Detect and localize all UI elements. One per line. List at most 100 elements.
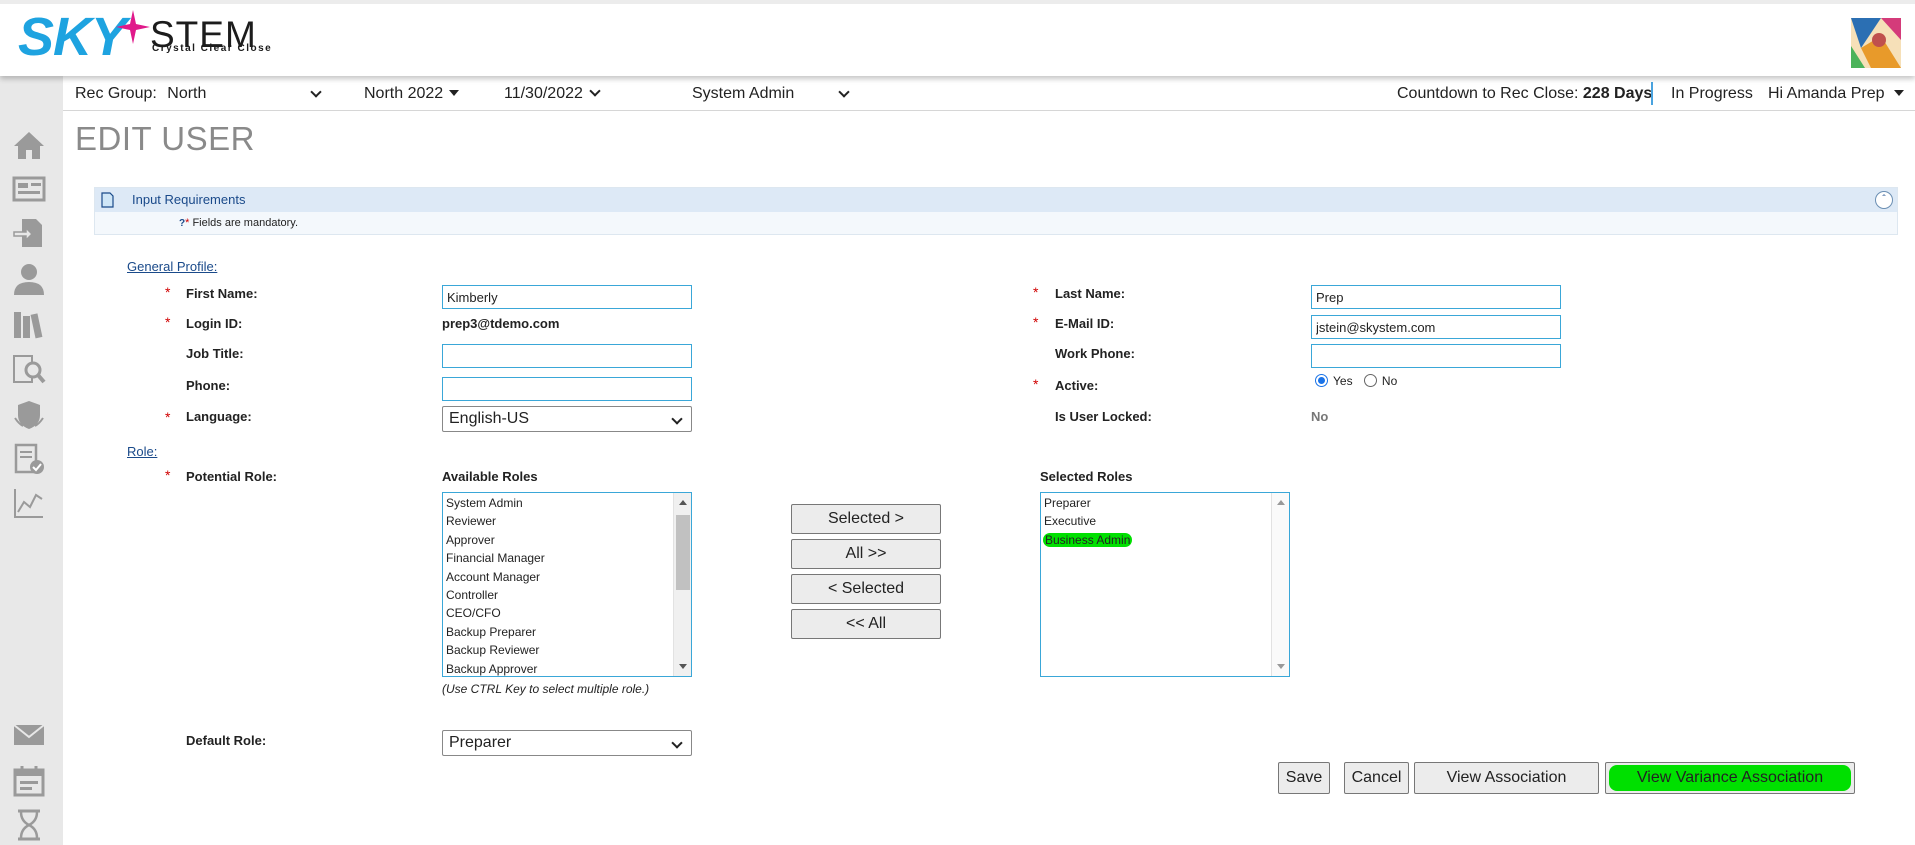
- countdown: Countdown to Rec Close: 228 Days: [1397, 85, 1652, 103]
- calendar-icon[interactable]: [12, 764, 46, 798]
- user-locked-value: No: [1311, 409, 1329, 424]
- language-select[interactable]: English-US: [442, 406, 692, 432]
- scroll-down-icon[interactable]: [1277, 664, 1285, 669]
- collapse-icon[interactable]: ˆ: [1875, 191, 1893, 209]
- general-profile-link[interactable]: General Profile:: [127, 259, 217, 274]
- logo-tagline: Crystal Clear Close: [152, 43, 273, 54]
- list-item[interactable]: Backup Preparer: [443, 623, 691, 641]
- default-role-select[interactable]: Preparer: [442, 730, 692, 756]
- language-value: English-US: [449, 410, 530, 427]
- library-icon[interactable]: [12, 308, 46, 342]
- email-input[interactable]: [1311, 315, 1561, 339]
- period-selector[interactable]: North 2022: [364, 85, 460, 103]
- skystem-logo[interactable]: SKY STEM Crystal Clear Close: [18, 6, 288, 72]
- list-item[interactable]: Account Manager: [443, 568, 691, 586]
- rec-group-value: North: [167, 85, 207, 102]
- scroll-down-icon[interactable]: [679, 664, 687, 669]
- button-label: View Variance Association: [1608, 765, 1852, 791]
- list-item[interactable]: Controller: [443, 586, 691, 604]
- list-item[interactable]: System Admin: [443, 494, 691, 512]
- chevron-down-icon: [671, 413, 683, 425]
- dashboard-icon[interactable]: [12, 172, 46, 206]
- search-report-icon[interactable]: [12, 352, 46, 386]
- user-avatar-icon[interactable]: [1851, 18, 1901, 68]
- chevron-down-icon: [589, 85, 601, 97]
- scrollbar[interactable]: [673, 493, 691, 676]
- job-title-input[interactable]: [442, 344, 692, 368]
- active-label: Active:: [1055, 378, 1099, 393]
- add-selected-button[interactable]: Selected >: [791, 504, 941, 534]
- date-selector[interactable]: 11/30/2022: [504, 85, 601, 103]
- scroll-thumb[interactable]: [676, 515, 690, 590]
- list-item[interactable]: Business Admin: [1041, 531, 1289, 549]
- scrollbar[interactable]: [1271, 493, 1289, 676]
- user-locked-label: Is User Locked:: [1055, 409, 1152, 424]
- role-selector[interactable]: System Admin: [692, 85, 794, 103]
- active-no-radio[interactable]: [1363, 374, 1377, 387]
- chevron-down-icon[interactable]: [838, 86, 850, 98]
- list-item[interactable]: Reviewer: [443, 512, 691, 530]
- active-radio-group: Yes No: [1315, 374, 1397, 388]
- view-association-button[interactable]: View Association: [1414, 762, 1599, 794]
- list-item[interactable]: Financial Manager: [443, 549, 691, 567]
- user-menu[interactable]: Hi Amanda Prep: [1768, 85, 1904, 103]
- first-name-input[interactable]: [442, 285, 692, 309]
- list-item[interactable]: CEO/CFO: [443, 604, 691, 622]
- role-section-link[interactable]: Role:: [127, 444, 157, 459]
- selected-roles-list[interactable]: Preparer Executive Business Admin: [1040, 492, 1290, 677]
- mandatory-note: ?* Fields are mandatory.: [179, 217, 298, 229]
- job-title-label: Job Title:: [186, 346, 244, 361]
- filter-toolbar: Rec Group: North North 2022 11/30/2022 S…: [63, 76, 1915, 111]
- mail-icon[interactable]: [12, 718, 46, 752]
- add-all-button[interactable]: All >>: [791, 539, 941, 569]
- view-variance-association-button[interactable]: View Variance Association: [1605, 762, 1855, 794]
- potential-role-label: Potential Role:: [186, 469, 278, 484]
- line-chart-icon[interactable]: [12, 486, 46, 520]
- chevron-down-icon[interactable]: [310, 86, 322, 98]
- cancel-button[interactable]: Cancel: [1344, 762, 1409, 794]
- countdown-value: 228 Days: [1582, 85, 1653, 102]
- rec-group-selector[interactable]: Rec Group: North: [75, 85, 206, 103]
- scroll-up-icon[interactable]: [679, 500, 687, 505]
- remove-all-button[interactable]: << All: [791, 609, 941, 639]
- mandatory-note-text: Fields are mandatory.: [192, 217, 299, 229]
- available-roles-list[interactable]: System Admin Reviewer Approver Financial…: [442, 492, 692, 677]
- active-yes-label: Yes: [1333, 374, 1353, 388]
- logo-star-icon: [116, 10, 150, 44]
- hourglass-icon[interactable]: [12, 808, 46, 842]
- security-shield-icon[interactable]: [12, 398, 46, 432]
- scroll-up-icon[interactable]: [1277, 500, 1285, 505]
- available-roles-label: Available Roles: [442, 469, 538, 484]
- phone-input[interactable]: [442, 377, 692, 401]
- list-item[interactable]: Preparer: [1041, 494, 1289, 512]
- highlighted-role: Business Admin: [1043, 532, 1133, 547]
- active-yes-radio[interactable]: [1315, 374, 1328, 387]
- last-name-label: Last Name:: [1055, 286, 1126, 301]
- import-file-icon[interactable]: [12, 216, 46, 250]
- default-role-label: Default Role:: [186, 733, 267, 748]
- work-phone-input[interactable]: [1311, 344, 1561, 368]
- logo-sky-text: SKY: [18, 7, 127, 67]
- list-item[interactable]: Backup Approver: [443, 660, 691, 676]
- selected-roles-label: Selected Roles: [1040, 469, 1133, 484]
- last-name-input[interactable]: [1311, 285, 1561, 309]
- first-name-label: First Name:: [186, 286, 258, 301]
- panel-header[interactable]: Input Requirements ˆ: [95, 188, 1897, 212]
- list-item[interactable]: Backup Reviewer: [443, 641, 691, 659]
- user-icon[interactable]: [12, 262, 46, 296]
- home-icon[interactable]: [12, 128, 46, 162]
- period-value: North 2022: [364, 85, 444, 102]
- document-icon: [101, 192, 114, 208]
- login-id-label: Login ID:: [186, 316, 243, 331]
- app-header: SKY STEM Crystal Clear Close: [0, 0, 1915, 76]
- list-item[interactable]: Executive: [1041, 512, 1289, 530]
- language-label: Language:: [186, 409, 252, 424]
- email-label: E-Mail ID:: [1055, 316, 1115, 331]
- active-no-label: No: [1381, 374, 1398, 388]
- date-value: 11/30/2022: [504, 85, 583, 102]
- list-item[interactable]: Approver: [443, 531, 691, 549]
- save-button[interactable]: Save: [1278, 762, 1330, 794]
- required-star: *: [185, 217, 190, 229]
- approved-document-icon[interactable]: [12, 442, 46, 476]
- remove-selected-button[interactable]: < Selected: [791, 574, 941, 604]
